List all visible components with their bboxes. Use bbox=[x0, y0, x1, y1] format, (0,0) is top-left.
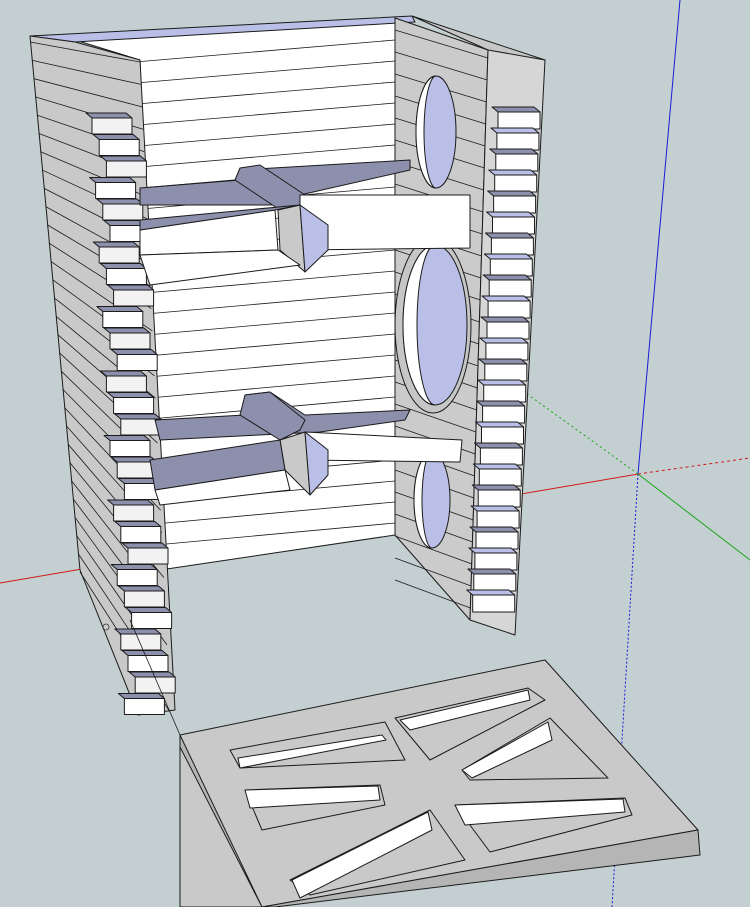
panel-top-face bbox=[179, 659, 699, 907]
plank-end bbox=[109, 440, 151, 457]
plank-end bbox=[91, 117, 133, 135]
plank-end bbox=[105, 268, 147, 285]
front-baffle[interactable] bbox=[394, 15, 546, 636]
plank-end bbox=[113, 397, 155, 414]
plank-end bbox=[483, 384, 527, 403]
plank-end bbox=[105, 160, 147, 178]
plank-end bbox=[476, 510, 520, 529]
plank-end bbox=[116, 354, 158, 371]
plank-end bbox=[486, 321, 530, 340]
plank-end bbox=[120, 418, 162, 436]
plank-end bbox=[472, 594, 516, 613]
plank-end bbox=[127, 655, 169, 672]
plank-end bbox=[113, 289, 155, 307]
plank-end bbox=[496, 132, 540, 151]
plank-end bbox=[116, 569, 158, 586]
plank-end bbox=[105, 375, 147, 393]
scene-canvas[interactable] bbox=[0, 0, 750, 907]
plank-end bbox=[497, 111, 541, 130]
plank-end bbox=[477, 489, 521, 508]
plank-end bbox=[482, 405, 526, 424]
plank-end bbox=[102, 203, 144, 221]
plank-end bbox=[475, 531, 519, 550]
plank-end bbox=[485, 342, 529, 361]
bottom-panel[interactable] bbox=[179, 659, 701, 907]
model-viewport[interactable] bbox=[0, 0, 750, 907]
plank-end bbox=[495, 153, 539, 172]
plank-end bbox=[95, 182, 137, 199]
plank-end bbox=[490, 237, 534, 256]
plank-end bbox=[123, 590, 165, 608]
plank-end bbox=[473, 573, 517, 592]
speaker-enclosure[interactable] bbox=[29, 15, 546, 716]
plank-end bbox=[479, 447, 523, 466]
plank-end bbox=[134, 676, 176, 694]
plank-end bbox=[492, 216, 535, 235]
plank-end bbox=[120, 526, 162, 543]
green-axis bbox=[637, 473, 750, 561]
plank-end bbox=[98, 139, 140, 156]
plank-end bbox=[98, 246, 140, 264]
plank-end bbox=[109, 332, 151, 350]
plank-end bbox=[123, 698, 165, 715]
blue-axis bbox=[637, 0, 681, 475]
plank-end bbox=[120, 633, 162, 651]
plank-end bbox=[488, 279, 532, 298]
plank-end bbox=[489, 258, 533, 277]
plank-end bbox=[113, 504, 155, 522]
plank-end bbox=[493, 195, 537, 214]
plank-end bbox=[494, 174, 538, 193]
plank-end bbox=[474, 552, 518, 571]
plank-end bbox=[127, 547, 169, 565]
plank-end bbox=[102, 311, 144, 328]
red-axis bbox=[637, 457, 750, 475]
plank-end bbox=[487, 300, 531, 319]
plank-end bbox=[481, 426, 524, 445]
plank-end bbox=[478, 468, 522, 487]
plank-end bbox=[484, 363, 528, 382]
plank-end bbox=[131, 612, 173, 629]
